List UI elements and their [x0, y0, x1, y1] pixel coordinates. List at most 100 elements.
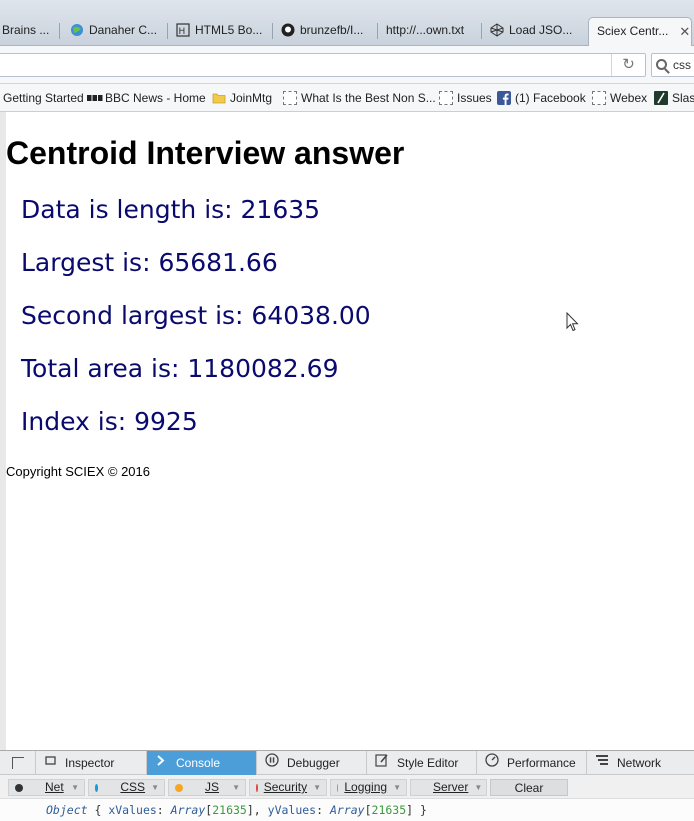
close-tab-icon[interactable]: ✕	[679, 24, 690, 40]
bookmark-label: What Is the Best Non S...	[301, 91, 436, 105]
tab-debugger[interactable]: Debugger	[257, 751, 367, 775]
svg-text:H: H	[179, 27, 186, 37]
clear-console-button[interactable]: Clear	[490, 779, 568, 796]
style-editor-icon	[375, 751, 389, 775]
chevron-down-icon: ▼	[313, 783, 321, 792]
total-area-line: Total area is: 1180082.69	[21, 354, 339, 383]
mouse-cursor-icon	[566, 311, 580, 337]
tab-label: Brains ...	[2, 23, 50, 37]
console-number: 21635	[371, 803, 407, 817]
console-punct: {	[87, 803, 109, 817]
net-dot-icon	[15, 783, 23, 792]
bookmark-label: JoinMtg	[230, 91, 273, 105]
tab-label: Danaher C...	[89, 23, 158, 37]
bookmark-joinmtg[interactable]: JoinMtg	[212, 91, 272, 105]
tab-label: Console	[176, 756, 221, 770]
bookmark-label: Webex	[610, 91, 648, 105]
console-punct: }	[413, 803, 427, 817]
chevron-down-icon: ▼	[474, 783, 483, 792]
console-punct: [	[364, 803, 372, 817]
bbc-icon	[87, 91, 103, 105]
tab-network[interactable]: Network	[587, 751, 694, 775]
filter-net-button[interactable]: Net ▼	[8, 779, 85, 796]
tab-strip: Brains ... Danaher C... H HTML5 Bo... br…	[0, 0, 694, 46]
security-dot-icon	[256, 783, 258, 792]
largest-line: Largest is: 65681.66	[21, 248, 278, 277]
tab-own-txt[interactable]: http://...own.txt	[378, 17, 482, 46]
navigation-bar: ↻ css	[0, 46, 694, 84]
tab-brains[interactable]: Brains ...	[0, 17, 60, 46]
bookmark-best-non[interactable]: What Is the Best Non S...	[283, 91, 436, 105]
search-box[interactable]: css	[651, 53, 694, 77]
tab-html5[interactable]: H HTML5 Bo...	[168, 17, 273, 46]
tab-sciex-active[interactable]: Sciex Centr... ✕	[588, 17, 692, 46]
console-key-xvalues: xValues	[108, 803, 157, 817]
console-array-token[interactable]: Array	[330, 803, 365, 817]
facebook-icon	[497, 91, 511, 105]
bookmark-webex[interactable]: Webex	[592, 91, 647, 105]
tab-label: Sciex Centr...	[597, 24, 669, 38]
filter-logging-button[interactable]: Logging ▼	[330, 779, 407, 796]
tab-inspector[interactable]: Inspector	[36, 751, 147, 775]
filter-label: CSS	[120, 780, 146, 794]
search-icon	[656, 59, 667, 70]
html5-icon: H	[176, 23, 190, 37]
slash-icon	[654, 91, 668, 105]
page-icon	[283, 91, 297, 105]
filter-css-button[interactable]: CSS ▼	[88, 779, 165, 796]
copyright-text: Copyright SCIEX © 2016	[6, 464, 150, 479]
filter-label: Security	[263, 780, 308, 794]
chevron-down-icon: ▼	[393, 783, 401, 792]
element-picker-icon[interactable]	[0, 751, 36, 775]
folder-icon	[212, 91, 226, 105]
bookmark-issues[interactable]: Issues	[439, 91, 492, 105]
page-title: Centroid Interview answer	[6, 135, 405, 171]
tab-performance[interactable]: Performance	[477, 751, 587, 775]
js-dot-icon	[175, 783, 183, 792]
performance-icon	[485, 751, 499, 775]
bookmark-label: (1) Facebook	[515, 91, 586, 105]
console-number: 21635	[212, 803, 247, 817]
filter-label: Server	[433, 780, 469, 794]
filter-label: Net	[45, 780, 64, 794]
tab-label: HTML5 Bo...	[195, 23, 263, 37]
css-dot-icon	[95, 783, 99, 792]
github-icon	[281, 23, 295, 37]
tab-label: Style Editor	[397, 756, 459, 770]
page-icon	[439, 91, 453, 105]
page-icon	[592, 91, 606, 105]
filter-label: Logging	[344, 780, 388, 794]
console-key-yvalues: yValues	[267, 803, 317, 817]
tab-label: Performance	[507, 756, 576, 770]
filter-label: JS	[205, 780, 220, 794]
tab-label: Debugger	[287, 756, 340, 770]
tab-danaher[interactable]: Danaher C...	[62, 17, 168, 46]
data-length-line: Data is length is: 21635	[21, 195, 321, 224]
bookmark-facebook[interactable]: (1) Facebook	[497, 91, 586, 105]
page-content: Centroid Interview answer Data is length…	[0, 112, 694, 750]
filter-js-button[interactable]: JS ▼	[168, 779, 246, 796]
reload-icon[interactable]: ↻	[611, 54, 645, 76]
chevron-down-icon: ▼	[71, 783, 79, 792]
tab-label: http://...own.txt	[386, 23, 465, 37]
tab-load-json[interactable]: Load JSO...	[482, 17, 586, 46]
bookmark-bbc[interactable]: BBC News - Home	[87, 91, 206, 105]
tab-label: brunzefb/I...	[300, 23, 364, 37]
index-line: Index is: 9925	[21, 407, 198, 436]
console-object-token[interactable]: Object	[46, 803, 88, 817]
bookmark-label: Getting Started	[3, 91, 84, 105]
filter-security-button[interactable]: Security ▼	[249, 779, 327, 796]
filter-server-button[interactable]: Server ▼	[410, 779, 487, 796]
bookmark-slash[interactable]: Slas	[654, 91, 694, 105]
bookmark-getting-started[interactable]: Getting Started	[3, 91, 84, 105]
tab-github[interactable]: brunzefb/I...	[273, 17, 378, 46]
console-array-token[interactable]: Array	[171, 803, 206, 817]
logging-dot-icon	[337, 783, 339, 792]
second-largest-line: Second largest is: 64038.00	[21, 301, 371, 330]
url-bar[interactable]: ↻	[0, 53, 646, 77]
tab-console[interactable]: Console	[147, 751, 257, 775]
console-filter-bar: Net ▼ CSS ▼ JS ▼ Security ▼ Logging ▼ Server ▼…	[0, 776, 694, 798]
bookmark-label: Issues	[457, 91, 492, 105]
tab-style-editor[interactable]: Style Editor	[367, 751, 477, 775]
inspector-icon	[44, 751, 57, 775]
